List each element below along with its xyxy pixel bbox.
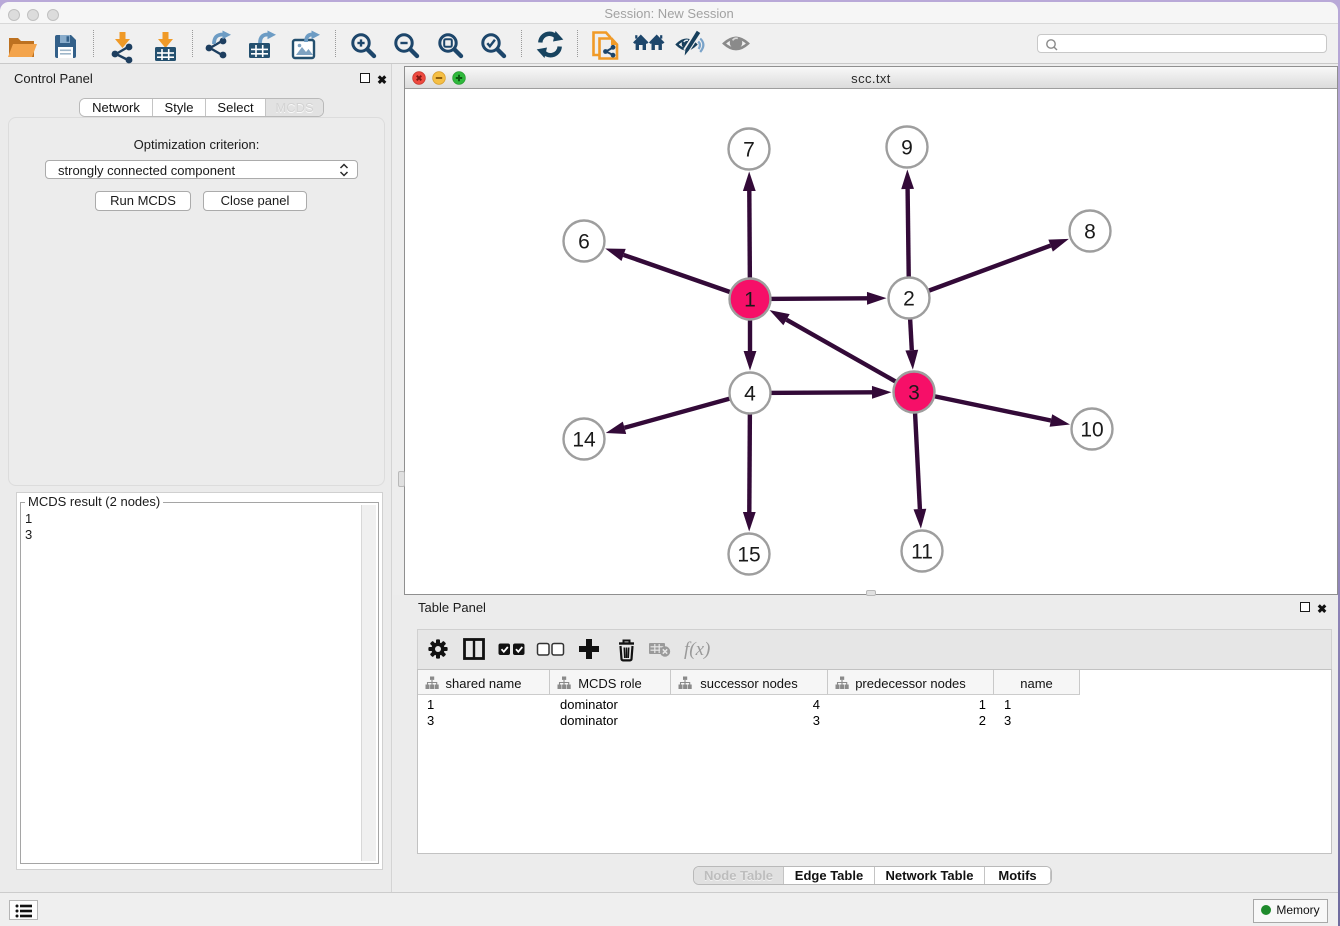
svg-text:6: 6 bbox=[578, 231, 590, 254]
svg-text:8: 8 bbox=[1084, 221, 1096, 244]
svg-text:11: 11 bbox=[911, 541, 933, 564]
svg-text:f(x): f(x) bbox=[684, 639, 710, 660]
svg-text:3: 3 bbox=[908, 382, 920, 405]
svg-text:2: 2 bbox=[903, 288, 915, 311]
svg-text:7: 7 bbox=[743, 139, 755, 162]
svg-text:15: 15 bbox=[737, 544, 760, 567]
svg-text:4: 4 bbox=[744, 383, 756, 406]
svg-text:9: 9 bbox=[901, 137, 913, 160]
svg-text:10: 10 bbox=[1080, 419, 1103, 442]
svg-text:1: 1 bbox=[744, 289, 756, 312]
svg-text:14: 14 bbox=[572, 429, 596, 452]
